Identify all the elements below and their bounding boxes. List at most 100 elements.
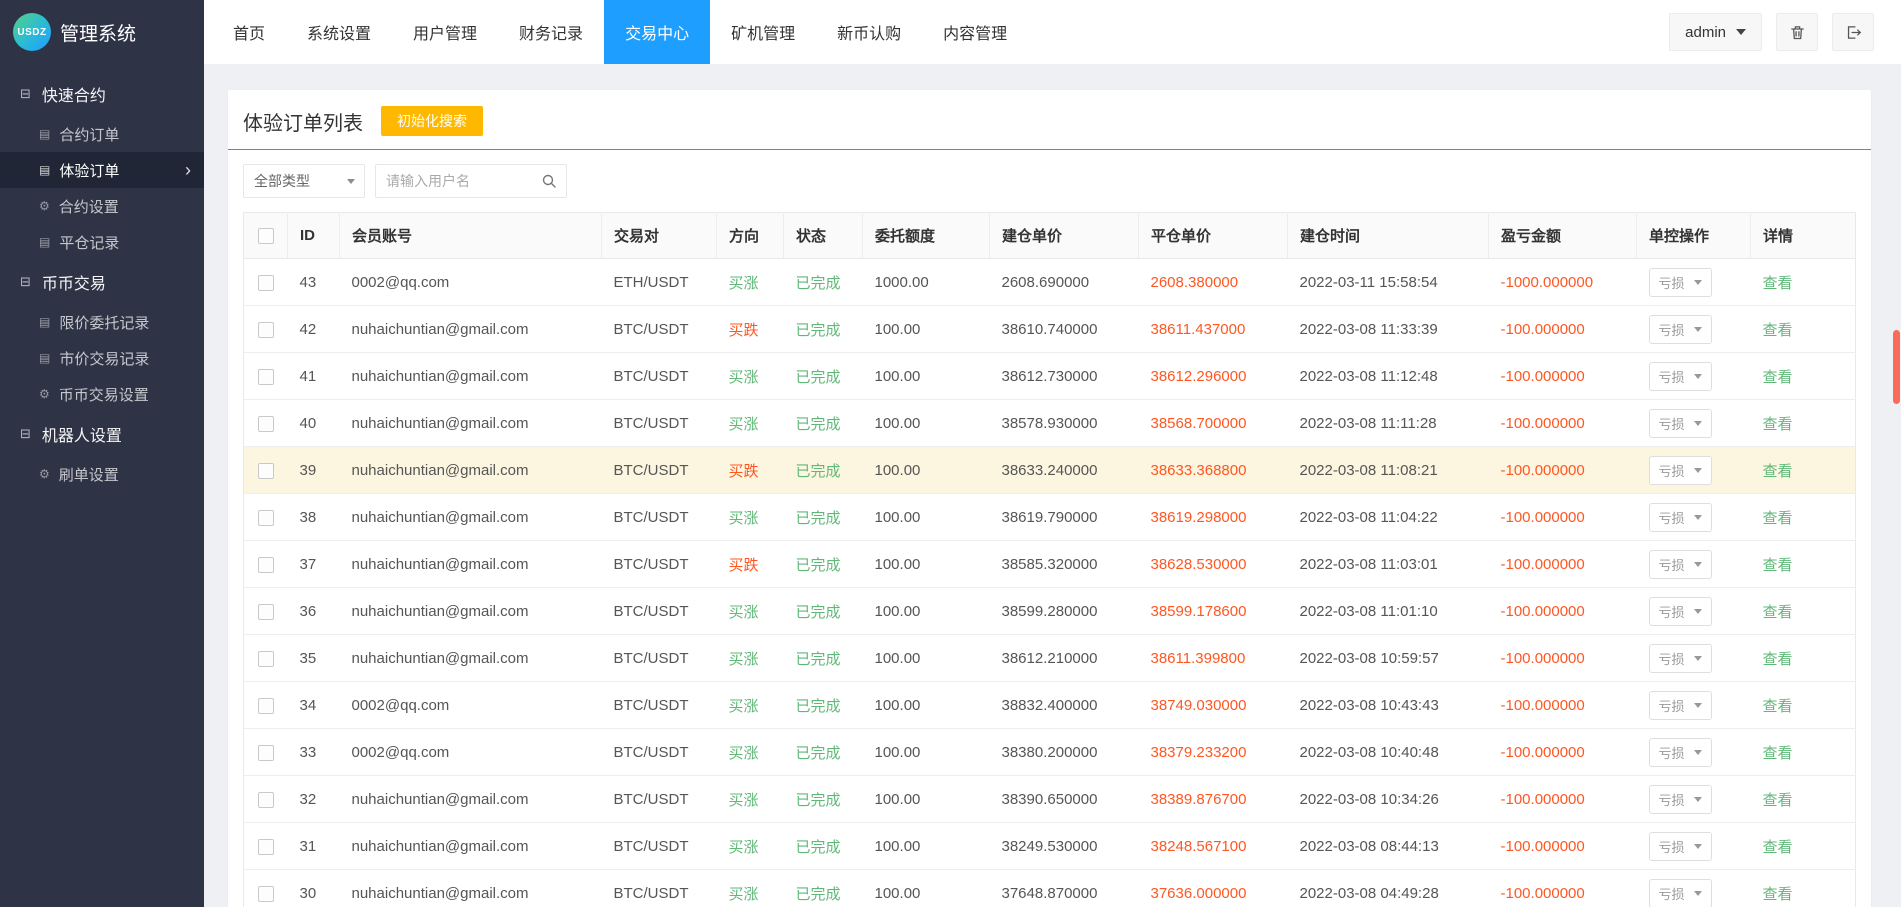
- topnav-item[interactable]: 财务记录: [498, 0, 604, 64]
- chevron-down-icon: [1694, 327, 1702, 332]
- row-checkbox[interactable]: [258, 463, 274, 479]
- select-all-checkbox[interactable]: [258, 228, 274, 244]
- chevron-down-icon: [1694, 609, 1702, 614]
- sidebar-section-title[interactable]: ⊟机器人设置: [0, 412, 204, 456]
- table-row: 35nuhaichuntian@gmail.comBTC/USDT买涨已完成10…: [244, 635, 1856, 682]
- detail-link[interactable]: 查看: [1763, 651, 1793, 668]
- topnav-item[interactable]: 内容管理: [922, 0, 1028, 64]
- detail-link[interactable]: 查看: [1763, 369, 1793, 386]
- sidebar-section-title[interactable]: ⊟币币交易: [0, 260, 204, 304]
- sidebar-item[interactable]: ▤市价交易记录: [0, 340, 204, 376]
- control-select[interactable]: 亏损: [1649, 597, 1712, 626]
- type-select[interactable]: 全部类型: [243, 164, 365, 198]
- control-select[interactable]: 亏损: [1649, 503, 1712, 532]
- cell-status: 已完成: [784, 447, 863, 494]
- cell-account: nuhaichuntian@gmail.com: [340, 400, 602, 447]
- row-checkbox[interactable]: [258, 651, 274, 667]
- row-checkbox[interactable]: [258, 275, 274, 291]
- row-checkbox[interactable]: [258, 557, 274, 573]
- sidebar-item[interactable]: ⚙币币交易设置: [0, 376, 204, 412]
- logout-button[interactable]: [1832, 13, 1874, 51]
- cell-close-price: 38611.437000: [1139, 306, 1288, 353]
- trash-button[interactable]: [1776, 13, 1818, 51]
- row-checkbox[interactable]: [258, 839, 274, 855]
- cell-pnl: -100.000000: [1489, 588, 1637, 635]
- cell-status: 已完成: [784, 541, 863, 588]
- row-checkbox[interactable]: [258, 886, 274, 902]
- control-select[interactable]: 亏损: [1649, 644, 1712, 673]
- sidebar-item[interactable]: ▤限价委托记录: [0, 304, 204, 340]
- detail-link[interactable]: 查看: [1763, 886, 1793, 903]
- topnav-item[interactable]: 首页: [212, 0, 286, 64]
- sidebar-item[interactable]: ▤体验订单›: [0, 152, 204, 188]
- cell-open-time: 2022-03-11 15:58:54: [1288, 259, 1489, 306]
- topnav-item[interactable]: 矿机管理: [710, 0, 816, 64]
- control-select[interactable]: 亏损: [1649, 456, 1712, 485]
- chevron-down-icon: [1694, 797, 1702, 802]
- sidebar-item[interactable]: ⚙刷单设置: [0, 456, 204, 492]
- row-checkbox[interactable]: [258, 745, 274, 761]
- table-row: 430002@qq.comETH/USDT买涨已完成1000.002608.69…: [244, 259, 1856, 306]
- topnav-item[interactable]: 新币认购: [816, 0, 922, 64]
- detail-link[interactable]: 查看: [1763, 416, 1793, 433]
- sidebar-section-title[interactable]: ⊟快速合约: [0, 72, 204, 116]
- detail-link[interactable]: 查看: [1763, 745, 1793, 762]
- control-select[interactable]: 亏损: [1649, 832, 1712, 861]
- username-search-box: [375, 164, 567, 198]
- row-checkbox[interactable]: [258, 322, 274, 338]
- table-row: 38nuhaichuntian@gmail.comBTC/USDT买涨已完成10…: [244, 494, 1856, 541]
- cell-account: nuhaichuntian@gmail.com: [340, 447, 602, 494]
- control-select[interactable]: 亏损: [1649, 785, 1712, 814]
- sidebar-item[interactable]: ▤平仓记录: [0, 224, 204, 260]
- cell-amount: 100.00: [863, 682, 990, 729]
- row-checkbox[interactable]: [258, 604, 274, 620]
- cell-id: 38: [288, 494, 340, 541]
- cell-pnl: -100.000000: [1489, 682, 1637, 729]
- detail-link[interactable]: 查看: [1763, 557, 1793, 574]
- topnav-item[interactable]: 用户管理: [392, 0, 498, 64]
- control-select[interactable]: 亏损: [1649, 268, 1712, 297]
- cell-id: 35: [288, 635, 340, 682]
- control-select[interactable]: 亏损: [1649, 738, 1712, 767]
- cell-open-time: 2022-03-08 11:12:48: [1288, 353, 1489, 400]
- detail-link[interactable]: 查看: [1763, 792, 1793, 809]
- chevron-down-icon: [1694, 515, 1702, 520]
- table-wrap: ID 会员账号 交易对 方向 状态 委托额度 建仓单价 平仓单价 建仓时间 盈亏…: [228, 212, 1871, 907]
- detail-link[interactable]: 查看: [1763, 839, 1793, 856]
- col-close-price: 平仓单价: [1139, 213, 1288, 259]
- sidebar-item[interactable]: ⚙合约设置: [0, 188, 204, 224]
- detail-link[interactable]: 查看: [1763, 322, 1793, 339]
- init-search-button[interactable]: 初始化搜索: [381, 106, 483, 136]
- cell-open-time: 2022-03-08 11:08:21: [1288, 447, 1489, 494]
- control-select[interactable]: 亏损: [1649, 409, 1712, 438]
- detail-link[interactable]: 查看: [1763, 463, 1793, 480]
- detail-link[interactable]: 查看: [1763, 510, 1793, 527]
- detail-link[interactable]: 查看: [1763, 698, 1793, 715]
- control-select[interactable]: 亏损: [1649, 550, 1712, 579]
- col-account: 会员账号: [340, 213, 602, 259]
- detail-link[interactable]: 查看: [1763, 275, 1793, 292]
- topnav-item[interactable]: 交易中心: [604, 0, 710, 64]
- cell-id: 30: [288, 870, 340, 907]
- row-checkbox[interactable]: [258, 369, 274, 385]
- user-dropdown[interactable]: admin: [1669, 13, 1762, 51]
- search-icon[interactable]: [541, 173, 557, 189]
- sidebar-item[interactable]: ▤合约订单: [0, 116, 204, 152]
- control-select[interactable]: 亏损: [1649, 691, 1712, 720]
- row-checkbox[interactable]: [258, 416, 274, 432]
- cell-direction: 买涨: [717, 870, 784, 907]
- row-checkbox[interactable]: [258, 698, 274, 714]
- username-input[interactable]: [376, 173, 541, 189]
- row-checkbox[interactable]: [258, 792, 274, 808]
- row-checkbox[interactable]: [258, 510, 274, 526]
- control-select[interactable]: 亏损: [1649, 362, 1712, 391]
- cell-pair: BTC/USDT: [602, 823, 717, 870]
- cell-id: 37: [288, 541, 340, 588]
- scrollbar-thumb[interactable]: [1893, 330, 1900, 404]
- cell-id: 32: [288, 776, 340, 823]
- cell-close-price: 38568.700000: [1139, 400, 1288, 447]
- control-select[interactable]: 亏损: [1649, 879, 1712, 907]
- control-select[interactable]: 亏损: [1649, 315, 1712, 344]
- topnav-item[interactable]: 系统设置: [286, 0, 392, 64]
- detail-link[interactable]: 查看: [1763, 604, 1793, 621]
